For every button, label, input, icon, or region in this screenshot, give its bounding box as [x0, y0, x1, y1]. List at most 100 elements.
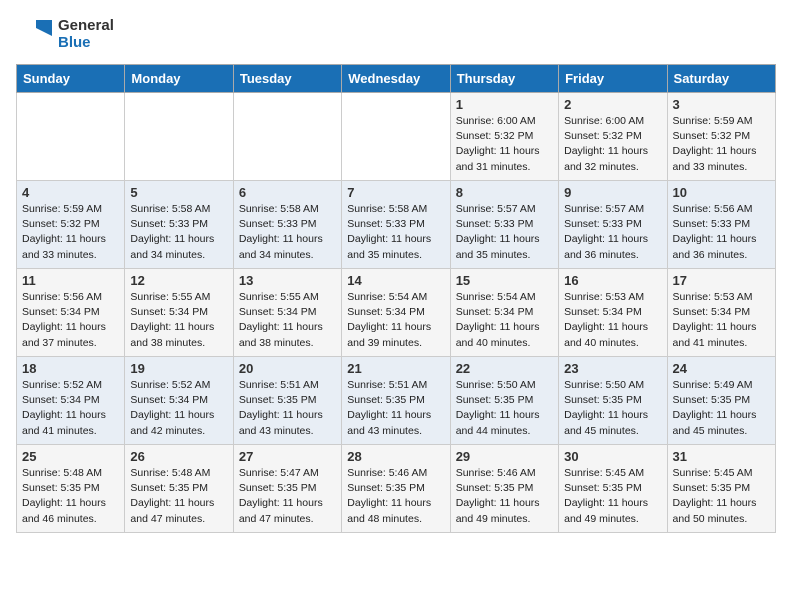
day-info: Sunrise: 5:46 AMSunset: 5:35 PMDaylight:… [456, 466, 553, 527]
weekday-header-saturday: Saturday [667, 65, 775, 93]
calendar-week-row: 18 Sunrise: 5:52 AMSunset: 5:34 PMDayligh… [17, 357, 776, 445]
day-number: 23 [564, 361, 661, 376]
calendar-week-row: 11 Sunrise: 5:56 AMSunset: 5:34 PMDayligh… [17, 269, 776, 357]
calendar-cell: 11 Sunrise: 5:56 AMSunset: 5:34 PMDayligh… [17, 269, 125, 357]
day-info: Sunrise: 5:56 AMSunset: 5:34 PMDaylight:… [22, 290, 119, 351]
calendar-cell: 24 Sunrise: 5:49 AMSunset: 5:35 PMDayligh… [667, 357, 775, 445]
calendar-cell [125, 93, 233, 181]
logo-general: General [58, 17, 114, 34]
day-info: Sunrise: 5:59 AMSunset: 5:32 PMDaylight:… [673, 114, 770, 175]
day-number: 12 [130, 273, 227, 288]
weekday-header-wednesday: Wednesday [342, 65, 450, 93]
day-number: 22 [456, 361, 553, 376]
calendar-cell: 29 Sunrise: 5:46 AMSunset: 5:35 PMDayligh… [450, 445, 558, 533]
calendar-cell: 20Sunrise: 5:51 AMSunset: 5:35 PMDayligh… [233, 357, 341, 445]
calendar-cell: 22 Sunrise: 5:50 AMSunset: 5:35 PMDayligh… [450, 357, 558, 445]
calendar-week-row: 1 Sunrise: 6:00 AMSunset: 5:32 PMDaylight… [17, 93, 776, 181]
day-number: 21 [347, 361, 444, 376]
day-number: 5 [130, 185, 227, 200]
page-header: GeneralBlue [16, 16, 776, 52]
calendar-cell: 10 Sunrise: 5:56 AMSunset: 5:33 PMDayligh… [667, 181, 775, 269]
day-number: 10 [673, 185, 770, 200]
logo-icon [16, 16, 52, 52]
calendar-cell: 2 Sunrise: 6:00 AMSunset: 5:32 PMDaylight… [559, 93, 667, 181]
calendar-cell: 27Sunrise: 5:47 AMSunset: 5:35 PMDayligh… [233, 445, 341, 533]
weekday-header-monday: Monday [125, 65, 233, 93]
weekday-header-sunday: Sunday [17, 65, 125, 93]
day-number: 14 [347, 273, 444, 288]
calendar-cell: 5 Sunrise: 5:58 AMSunset: 5:33 PMDaylight… [125, 181, 233, 269]
day-info: Sunrise: 5:55 AMSunset: 5:34 PMDaylight:… [130, 290, 227, 351]
day-number: 13 [239, 273, 336, 288]
day-info: Sunrise: 5:54 AMSunset: 5:34 PMDaylight:… [347, 290, 444, 351]
calendar-cell: 31 Sunrise: 5:45 AMSunset: 5:35 PMDayligh… [667, 445, 775, 533]
weekday-header-tuesday: Tuesday [233, 65, 341, 93]
day-info: Sunrise: 5:52 AMSunset: 5:34 PMDaylight:… [130, 378, 227, 439]
calendar-cell: 28Sunrise: 5:46 AMSunset: 5:35 PMDayligh… [342, 445, 450, 533]
calendar-cell: 14 Sunrise: 5:54 AMSunset: 5:34 PMDayligh… [342, 269, 450, 357]
calendar-cell [17, 93, 125, 181]
day-info: Sunrise: 5:58 AMSunset: 5:33 PMDaylight:… [239, 202, 336, 263]
weekday-header-friday: Friday [559, 65, 667, 93]
day-number: 2 [564, 97, 661, 112]
day-number: 29 [456, 449, 553, 464]
day-info: Sunrise: 6:00 AMSunset: 5:32 PMDaylight:… [564, 114, 661, 175]
day-number: 9 [564, 185, 661, 200]
day-number: 18 [22, 361, 119, 376]
calendar-cell: 13 Sunrise: 5:55 AMSunset: 5:34 PMDayligh… [233, 269, 341, 357]
day-number: 19 [130, 361, 227, 376]
calendar-cell: 19 Sunrise: 5:52 AMSunset: 5:34 PMDayligh… [125, 357, 233, 445]
day-number: 15 [456, 273, 553, 288]
calendar-table: SundayMondayTuesdayWednesdayThursdayFrid… [16, 64, 776, 533]
calendar-cell: 8Sunrise: 5:57 AMSunset: 5:33 PMDaylight… [450, 181, 558, 269]
calendar-cell: 25 Sunrise: 5:48 AMSunset: 5:35 PMDayligh… [17, 445, 125, 533]
day-info: Sunrise: 5:51 AMSunset: 5:35 PMDaylight:… [347, 378, 444, 439]
day-info: Sunrise: 5:58 AMSunset: 5:33 PMDaylight:… [347, 202, 444, 263]
day-number: 31 [673, 449, 770, 464]
day-number: 6 [239, 185, 336, 200]
day-number: 4 [22, 185, 119, 200]
calendar-cell: 3 Sunrise: 5:59 AMSunset: 5:32 PMDaylight… [667, 93, 775, 181]
day-info: Sunrise: 5:54 AMSunset: 5:34 PMDaylight:… [456, 290, 553, 351]
day-info: Sunrise: 5:48 AMSunset: 5:35 PMDaylight:… [22, 466, 119, 527]
calendar-cell: 16 Sunrise: 5:53 AMSunset: 5:34 PMDayligh… [559, 269, 667, 357]
calendar-week-row: 4 Sunrise: 5:59 AMSunset: 5:32 PMDaylight… [17, 181, 776, 269]
calendar-week-row: 25 Sunrise: 5:48 AMSunset: 5:35 PMDayligh… [17, 445, 776, 533]
day-number: 7 [347, 185, 444, 200]
weekday-header-thursday: Thursday [450, 65, 558, 93]
day-info: Sunrise: 5:53 AMSunset: 5:34 PMDaylight:… [564, 290, 661, 351]
day-number: 3 [673, 97, 770, 112]
day-number: 25 [22, 449, 119, 464]
logo: GeneralBlue [16, 16, 114, 52]
day-number: 16 [564, 273, 661, 288]
day-info: Sunrise: 5:45 AMSunset: 5:35 PMDaylight:… [564, 466, 661, 527]
calendar-cell: 30 Sunrise: 5:45 AMSunset: 5:35 PMDayligh… [559, 445, 667, 533]
day-info: Sunrise: 5:50 AMSunset: 5:35 PMDaylight:… [456, 378, 553, 439]
calendar-cell [342, 93, 450, 181]
day-number: 1 [456, 97, 553, 112]
calendar-cell: 6 Sunrise: 5:58 AMSunset: 5:33 PMDaylight… [233, 181, 341, 269]
day-number: 30 [564, 449, 661, 464]
day-info: Sunrise: 5:49 AMSunset: 5:35 PMDaylight:… [673, 378, 770, 439]
day-info: Sunrise: 5:58 AMSunset: 5:33 PMDaylight:… [130, 202, 227, 263]
day-info: Sunrise: 5:55 AMSunset: 5:34 PMDaylight:… [239, 290, 336, 351]
day-info: Sunrise: 6:00 AMSunset: 5:32 PMDaylight:… [456, 114, 553, 175]
day-number: 24 [673, 361, 770, 376]
day-info: Sunrise: 5:45 AMSunset: 5:35 PMDaylight:… [673, 466, 770, 527]
day-info: Sunrise: 5:56 AMSunset: 5:33 PMDaylight:… [673, 202, 770, 263]
day-number: 11 [22, 273, 119, 288]
day-info: Sunrise: 5:48 AMSunset: 5:35 PMDaylight:… [130, 466, 227, 527]
day-number: 17 [673, 273, 770, 288]
day-info: Sunrise: 5:53 AMSunset: 5:34 PMDaylight:… [673, 290, 770, 351]
day-info: Sunrise: 5:47 AMSunset: 5:35 PMDaylight:… [239, 466, 336, 527]
day-number: 20 [239, 361, 336, 376]
calendar-cell: 12 Sunrise: 5:55 AMSunset: 5:34 PMDayligh… [125, 269, 233, 357]
calendar-cell: 9Sunrise: 5:57 AMSunset: 5:33 PMDaylight… [559, 181, 667, 269]
calendar-cell: 4 Sunrise: 5:59 AMSunset: 5:32 PMDaylight… [17, 181, 125, 269]
calendar-cell: 1 Sunrise: 6:00 AMSunset: 5:32 PMDaylight… [450, 93, 558, 181]
calendar-cell: 17 Sunrise: 5:53 AMSunset: 5:34 PMDayligh… [667, 269, 775, 357]
day-info: Sunrise: 5:59 AMSunset: 5:32 PMDaylight:… [22, 202, 119, 263]
calendar-cell [233, 93, 341, 181]
day-info: Sunrise: 5:46 AMSunset: 5:35 PMDaylight:… [347, 466, 444, 527]
logo-blue: Blue [58, 34, 114, 51]
